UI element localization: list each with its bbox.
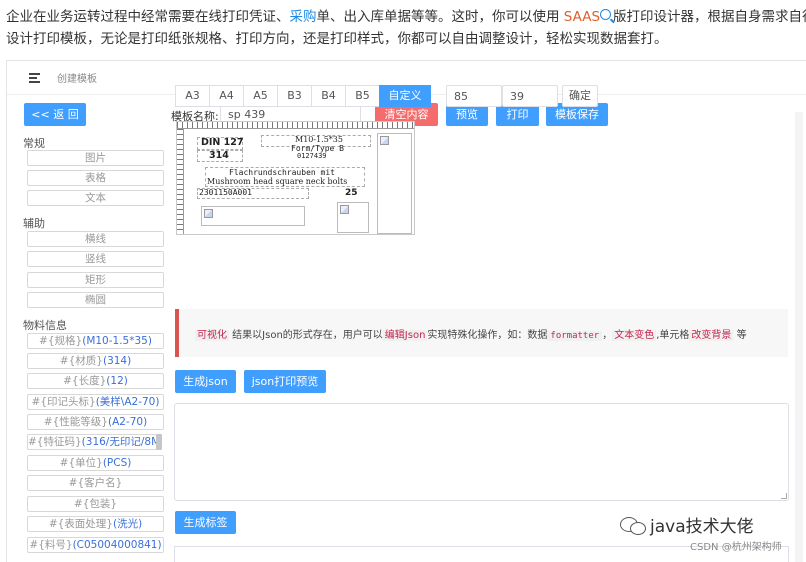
tip-tag-bg: 改变背景	[689, 330, 734, 341]
intro-text-2: 单、出入库单据等等。这时，你可以使用	[316, 9, 564, 25]
sidebar-item-grade[interactable]: #{性能等级}(A2-70)	[27, 414, 164, 430]
intro-paragraph: 企业在业务运转过程中经常需要在线打印凭证、采购单、出入库单据等等。这时，你可以使…	[6, 6, 806, 50]
paper-size-a4[interactable]: A4	[209, 85, 244, 107]
ruler-vertical	[177, 129, 184, 234]
sidebar-item-rect[interactable]: 矩形	[27, 272, 164, 288]
breadcrumb: 创建模板	[57, 74, 97, 85]
sidebar-item-vline[interactable]: 竖线	[27, 251, 164, 267]
generate-json-button[interactable]: 生成json	[175, 370, 236, 393]
wechat-icon	[620, 517, 646, 535]
paper-height-input[interactable]: 39	[502, 85, 558, 107]
group-common-title: 常规	[23, 137, 45, 150]
json-print-preview-button[interactable]: json打印预览	[244, 370, 326, 393]
resize-handle[interactable]	[781, 493, 787, 499]
search-icon[interactable]	[600, 9, 612, 20]
tip-tag-visual: 可视化	[195, 330, 229, 341]
procurement-link[interactable]: 采购	[290, 9, 317, 25]
paper-size-a3[interactable]: A3	[175, 85, 210, 107]
paper-width-input[interactable]: 85	[446, 85, 502, 107]
sidebar-item-text[interactable]: 文本	[27, 190, 164, 206]
paper-size-b5[interactable]: B5	[345, 85, 380, 107]
watermark: java技术大佬	[620, 512, 754, 537]
group-material-title: 物料信息	[23, 319, 67, 332]
sidebar-item-table[interactable]: 表格	[27, 170, 164, 186]
canvas-qrcode-placeholder[interactable]	[337, 202, 369, 233]
intro-text-3: 版打印设计器，根据自身需求自行	[613, 9, 806, 25]
menu-fold-icon[interactable]	[29, 73, 40, 83]
intro-text-line2: 设计打印模板，无论是打印纸张规格、打印方向，还是打印样式，你都可以自由调整设计，…	[6, 31, 668, 47]
sidebar-item-spec[interactable]: #{规格}(M10-1.5*35)	[27, 333, 164, 349]
sidebar-item-customer[interactable]: #{客户名}	[27, 475, 164, 491]
tip-tag-formatter: formatter	[547, 331, 603, 341]
sidebar-item-head-mark[interactable]: #{印记头标}(美样\A2-70)	[27, 394, 164, 410]
paper-size-b3[interactable]: B3	[277, 85, 312, 107]
canvas-qty-text[interactable]: 25	[345, 188, 358, 198]
tip-tag-edit-json: 编辑Json	[382, 330, 428, 341]
sidebar-item-ellipse[interactable]: 椭圆	[27, 292, 164, 308]
group-aux-title: 辅助	[23, 217, 45, 230]
ruler-horizontal	[177, 122, 414, 129]
generate-label-button[interactable]: 生成标签	[175, 511, 236, 534]
paper-size-a5[interactable]: A5	[243, 85, 278, 107]
intro-text-1: 企业在业务运转过程中经常需要在线打印凭证、	[6, 9, 290, 25]
tip-tag-text-color: 文本变色	[612, 330, 657, 341]
canvas-code-text[interactable]: 0127439	[297, 152, 327, 160]
canvas-batch-text[interactable]: 2301150A001	[199, 188, 252, 197]
paper-size-confirm-button[interactable]: 确定	[562, 85, 598, 107]
sidebar-item-part-no[interactable]: #{料号}(C05004000841)	[27, 537, 164, 553]
canvas-image-placeholder[interactable]	[377, 133, 412, 234]
sidebar-item-unit[interactable]: #{单位}(PCS)	[27, 455, 164, 471]
page-scrollbar[interactable]	[795, 112, 803, 562]
sidebar-item-surface[interactable]: #{表面处理}(洗光)	[27, 516, 164, 532]
sidebar-item-material[interactable]: #{材质}(314)	[27, 353, 164, 369]
canvas-din-number[interactable]: 314	[209, 150, 229, 161]
saas-link[interactable]: SAAS	[564, 9, 600, 25]
canvas-english-text[interactable]: Mushroom head square neck bolts	[207, 177, 347, 186]
json-output-textarea[interactable]	[174, 403, 789, 501]
canvas-barcode-placeholder[interactable]	[201, 206, 305, 226]
paper-size-custom[interactable]: 自定义	[379, 85, 431, 107]
csdn-credit: CSDN @杭州架构师	[690, 542, 782, 553]
sidebar-item-feature-code[interactable]: #{特征码}(316/无印记/8M/	[27, 434, 157, 450]
canvas-german-text[interactable]: Flachrundschrauben mit	[229, 168, 335, 177]
sidebar-item-hline[interactable]: 横线	[27, 231, 164, 247]
sidebar-item-length[interactable]: #{长度}(12)	[27, 373, 164, 389]
sidebar-item-image[interactable]: 图片	[27, 150, 164, 166]
sidebar-item-package[interactable]: #{包装}	[27, 496, 164, 512]
canvas-din-text[interactable]: DIN 127	[201, 137, 244, 148]
sidebar-scrollbar[interactable]	[156, 434, 162, 450]
tip-box: 可视化 结果以Json的形式存在，用户可以 编辑Json 实现特殊化操作，如：数据 f…	[175, 309, 788, 357]
paper-size-b4[interactable]: B4	[311, 85, 346, 107]
back-button[interactable]: << 返 回	[24, 103, 86, 126]
canvas-spec-text[interactable]: M10-1.5*35	[295, 135, 343, 144]
design-canvas[interactable]: DIN 127 314 M10-1.5*35 Form/Type B 01274…	[176, 121, 415, 235]
